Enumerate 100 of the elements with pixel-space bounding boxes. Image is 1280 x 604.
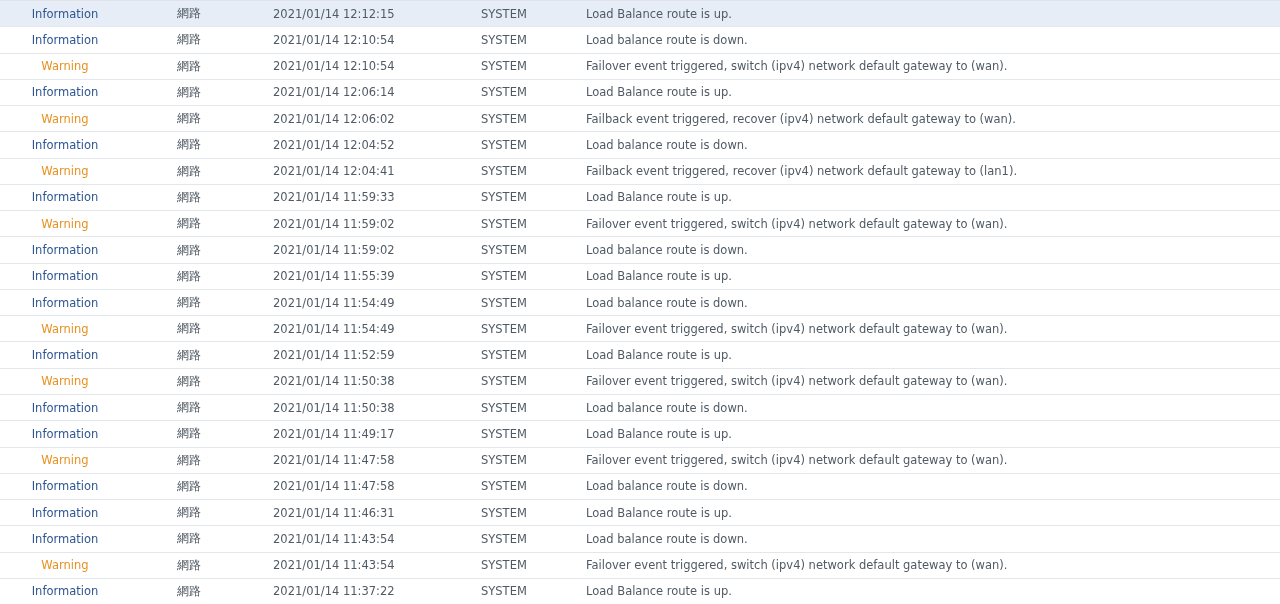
user-text: SYSTEM bbox=[481, 6, 528, 21]
log-row[interactable]: Information 網路 2021/01/14 11:37:22 SYSTEM Load Balance route is up. bbox=[0, 578, 1280, 604]
level-text: Information bbox=[30, 584, 100, 599]
time-text: 2021/01/14 11:50:38 bbox=[273, 374, 396, 389]
time-text: 2021/01/14 12:06:02 bbox=[273, 111, 396, 126]
level-text: Information bbox=[30, 295, 100, 310]
category-text: 網路 bbox=[177, 6, 202, 22]
time-text: 2021/01/14 11:50:38 bbox=[273, 400, 396, 415]
event-text: Load balance route is down. bbox=[586, 479, 749, 494]
category-text: 網路 bbox=[177, 373, 202, 389]
category-text: 網路 bbox=[177, 163, 202, 179]
user-text: SYSTEM bbox=[481, 243, 528, 257]
level-text: Warning bbox=[40, 321, 90, 336]
category-text: 網路 bbox=[177, 426, 202, 442]
log-row[interactable]: Information 網路 2021/01/14 11:52:59 SYSTEM Load Balance route is up. bbox=[0, 342, 1280, 369]
time-text: 2021/01/14 11:59:02 bbox=[273, 243, 396, 257]
log-row[interactable]: Warning 網路 2021/01/14 11:50:38 SYSTEM Failover event triggered, switch (ipv4) network default gateway to (wan). bbox=[0, 368, 1280, 395]
log-row[interactable]: Warning 網路 2021/01/14 12:04:41 SYSTEM Failback event triggered, recover (ipv4) network default gateway to (lan1). bbox=[0, 158, 1280, 185]
time-text: 2021/01/14 12:10:54 bbox=[273, 32, 396, 47]
log-row[interactable]: Information 網路 2021/01/14 12:06:14 SYSTEM Load Balance route is up. bbox=[0, 79, 1280, 107]
level-text: Information bbox=[30, 190, 100, 205]
user-text: SYSTEM bbox=[481, 216, 528, 231]
log-row[interactable]: Information 網路 2021/01/14 11:59:33 SYSTEM Load Balance route is up. bbox=[0, 184, 1280, 212]
log-row[interactable]: Information 網路 2021/01/14 11:50:38 SYSTEM Load balance route is down. bbox=[0, 395, 1280, 422]
event-text: Failover event triggered, switch (ipv4) network default gateway to (wan). bbox=[586, 59, 1009, 74]
log-row[interactable]: Information 網路 2021/01/14 11:55:39 SYSTEM Load Balance route is up. bbox=[0, 263, 1280, 290]
time-text: 2021/01/14 11:55:39 bbox=[273, 269, 396, 284]
log-row[interactable]: Information 網路 2021/01/14 12:10:54 SYSTEM Load balance route is down. bbox=[0, 27, 1280, 54]
category-text: 網路 bbox=[177, 190, 202, 205]
user-text: SYSTEM bbox=[481, 137, 528, 152]
level-text: Information bbox=[30, 426, 100, 441]
level-text: Warning bbox=[40, 374, 90, 389]
user-text: SYSTEM bbox=[481, 59, 528, 74]
user-text: SYSTEM bbox=[481, 32, 528, 47]
user-text: SYSTEM bbox=[481, 321, 528, 336]
event-text: Load Balance route is up. bbox=[586, 584, 733, 599]
time-text: 2021/01/14 11:52:59 bbox=[273, 348, 396, 363]
category-text: 網路 bbox=[177, 583, 202, 599]
log-row[interactable]: Information 網路 2021/01/14 11:54:49 SYSTEM Load balance route is down. bbox=[0, 289, 1280, 317]
category-text: 網路 bbox=[177, 531, 202, 547]
time-text: 2021/01/14 11:43:54 bbox=[273, 558, 396, 573]
log-row[interactable]: Warning 網路 2021/01/14 12:10:54 SYSTEM Failover event triggered, switch (ipv4) network default gateway to (wan). bbox=[0, 53, 1280, 80]
time-text: 2021/01/14 11:49:17 bbox=[273, 426, 396, 441]
category-text: 網路 bbox=[177, 400, 202, 416]
level-text: Information bbox=[30, 400, 100, 415]
log-row[interactable]: Information 網路 2021/01/14 12:04:52 SYSTEM Load balance route is down. bbox=[0, 132, 1280, 159]
log-row[interactable]: Warning 網路 2021/01/14 11:43:54 SYSTEM Failover event triggered, switch (ipv4) network default gateway to (wan). bbox=[0, 552, 1280, 579]
time-text: 2021/01/14 11:54:49 bbox=[273, 321, 396, 336]
time-text: 2021/01/14 11:37:22 bbox=[273, 584, 396, 599]
category-text: 網路 bbox=[177, 452, 202, 468]
event-text: Failover event triggered, switch (ipv4) network default gateway to (wan). bbox=[586, 453, 1009, 468]
level-text: Information bbox=[30, 348, 100, 363]
event-text: Load Balance route is up. bbox=[586, 190, 733, 205]
event-text: Load balance route is down. bbox=[586, 32, 749, 47]
user-text: SYSTEM bbox=[481, 400, 528, 415]
time-text: 2021/01/14 12:04:52 bbox=[273, 137, 396, 152]
log-row[interactable]: Warning 網路 2021/01/14 12:06:02 SYSTEM Failback event triggered, recover (ipv4) network default gateway to (wan). bbox=[0, 106, 1280, 133]
category-text: 網路 bbox=[177, 505, 202, 521]
log-row[interactable]: Warning 網路 2021/01/14 11:47:58 SYSTEM Failover event triggered, switch (ipv4) network default gateway to (wan). bbox=[0, 447, 1280, 474]
time-text: 2021/01/14 11:59:02 bbox=[273, 216, 396, 231]
event-text: Load balance route is down. bbox=[586, 295, 749, 310]
event-text: Load Balance route is up. bbox=[586, 348, 733, 363]
time-text: 2021/01/14 11:46:31 bbox=[273, 505, 396, 520]
category-text: 網路 bbox=[177, 242, 202, 258]
time-text: 2021/01/14 11:54:49 bbox=[273, 295, 396, 310]
level-text: Warning bbox=[40, 216, 90, 231]
log-row[interactable]: Information 網路 2021/01/14 12:12:15 SYSTEM Load Balance route is up. bbox=[0, 1, 1280, 28]
time-text: 2021/01/14 12:04:41 bbox=[273, 164, 396, 179]
category-text: 網路 bbox=[177, 347, 202, 363]
category-text: 網路 bbox=[177, 137, 202, 153]
category-text: 網路 bbox=[177, 478, 202, 494]
log-row[interactable]: Information 網路 2021/01/14 11:59:02 SYSTEM Load balance route is down. bbox=[0, 237, 1280, 264]
level-text: Information bbox=[30, 243, 100, 257]
event-text: Failover event triggered, switch (ipv4) network default gateway to (wan). bbox=[586, 216, 1009, 231]
user-text: SYSTEM bbox=[481, 269, 528, 284]
category-text: 網路 bbox=[177, 216, 202, 232]
event-text: Load Balance route is up. bbox=[586, 269, 733, 284]
user-text: SYSTEM bbox=[481, 505, 528, 520]
level-text: Information bbox=[30, 505, 100, 520]
level-text: Warning bbox=[40, 558, 90, 573]
category-text: 網路 bbox=[177, 84, 202, 100]
log-row[interactable]: Information 網路 2021/01/14 11:49:17 SYSTEM Load Balance route is up. bbox=[0, 421, 1280, 448]
user-text: SYSTEM bbox=[481, 374, 528, 389]
log-row[interactable]: Information 網路 2021/01/14 11:43:54 SYSTEM Load balance route is down. bbox=[0, 526, 1280, 553]
category-text: 網路 bbox=[177, 295, 202, 311]
level-text: Warning bbox=[40, 59, 90, 74]
level-text: Warning bbox=[40, 453, 90, 468]
level-text: Information bbox=[30, 137, 100, 152]
category-text: 網路 bbox=[177, 32, 202, 48]
event-text: Failover event triggered, switch (ipv4) network default gateway to (wan). bbox=[586, 374, 1009, 389]
event-text: Load balance route is down. bbox=[586, 137, 749, 152]
user-text: SYSTEM bbox=[481, 164, 528, 179]
log-row[interactable]: Information 網路 2021/01/14 11:46:31 SYSTEM Load Balance route is up. bbox=[0, 500, 1280, 527]
log-row[interactable]: Warning 網路 2021/01/14 11:54:49 SYSTEM Failover event triggered, switch (ipv4) network default gateway to (wan). bbox=[0, 316, 1280, 343]
time-text: 2021/01/14 11:43:54 bbox=[273, 531, 396, 546]
time-text: 2021/01/14 11:47:58 bbox=[273, 479, 396, 494]
log-row[interactable]: Warning 網路 2021/01/14 11:59:02 SYSTEM Failover event triggered, switch (ipv4) network default gateway to (wan). bbox=[0, 211, 1280, 238]
log-row[interactable]: Information 網路 2021/01/14 11:47:58 SYSTEM Load balance route is down. bbox=[0, 473, 1280, 501]
event-text: Failback event triggered, recover (ipv4) network default gateway to (wan). bbox=[586, 111, 1017, 126]
category-text: 網路 bbox=[177, 557, 202, 573]
